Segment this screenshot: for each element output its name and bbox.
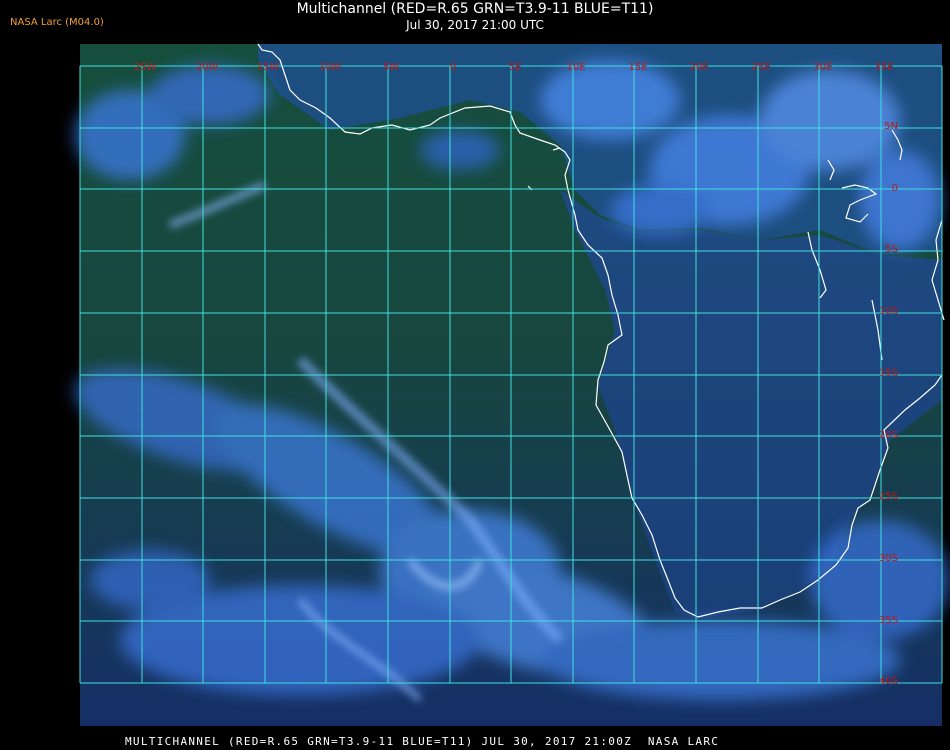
- lon-label: 25W: [134, 62, 157, 73]
- lat-label: 35S: [879, 615, 898, 626]
- lon-label: 35E: [874, 62, 893, 73]
- lat-label: 20S: [879, 430, 898, 441]
- lon-label: 20E: [689, 62, 708, 73]
- lon-label: 0: [450, 62, 456, 73]
- lon-label: 20W: [196, 62, 219, 73]
- lat-label: 15S: [879, 368, 898, 379]
- lon-label: 15W: [257, 62, 280, 73]
- satellite-map: 25W 20W 15W 10W 5W 0 5E 10E 15E 20E 25E 30E 35E 5N 0 5S…: [74, 43, 950, 726]
- lat-label: 25S: [879, 491, 898, 502]
- lat-label: 5N: [884, 121, 898, 132]
- lon-label: 5W: [383, 62, 399, 73]
- imagery: [74, 44, 950, 726]
- lat-label: 0: [892, 183, 898, 194]
- lon-label: 15E: [628, 62, 647, 73]
- lat-label: 10S: [879, 306, 898, 317]
- lon-label: 5E: [509, 62, 522, 73]
- footer-caption: MULTICHANNEL (RED=R.65 GRN=T3.9-11 BLUE=…: [125, 735, 720, 748]
- lat-label: 40S: [879, 676, 898, 687]
- lon-label: 30E: [813, 62, 832, 73]
- lat-label: 5S: [885, 244, 898, 255]
- lon-label: 25E: [751, 62, 770, 73]
- lon-label: 10W: [319, 62, 342, 73]
- lat-label: 30S: [879, 553, 898, 564]
- lon-label: 10E: [566, 62, 585, 73]
